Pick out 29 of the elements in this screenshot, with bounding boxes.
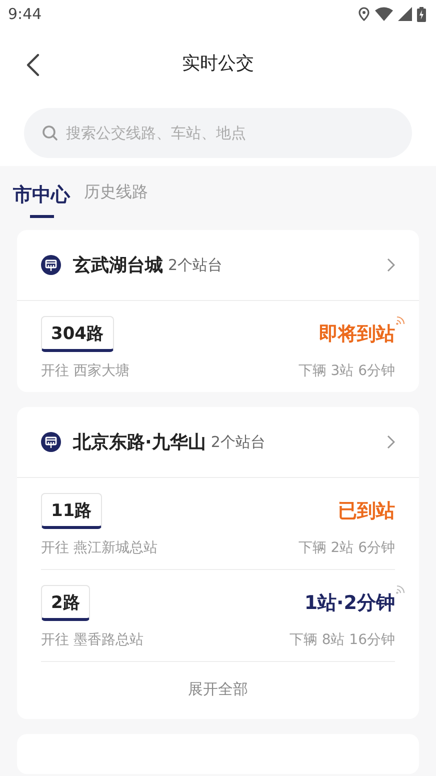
status-time: 9:44 [8,5,42,23]
route-destination: 开往 西家大塘 [41,362,130,380]
next-bus-info: 下辆 8站 16分钟 [289,631,395,649]
search-field[interactable]: 搜索公交线路、车站、地点 [24,108,412,158]
route-badge[interactable]: 2路 [41,585,90,621]
signal-icon [398,7,412,21]
stop-name: 玄武湖台城 [73,254,163,277]
next-bus-info: 下辆 2站 6分钟 [298,539,395,557]
route-badge[interactable]: 11路 [41,493,102,529]
search-icon [42,125,58,141]
route-destination: 开往 墨香路总站 [41,631,144,649]
route-destination: 开往 燕江新城总站 [41,539,158,557]
bus-stop-icon [41,432,61,452]
route-badge[interactable]: 304路 [41,316,114,352]
battery-icon [417,6,426,22]
arrival-status: 1站·2分钟 [304,591,395,616]
next-bus-info: 下辆 3站 6分钟 [298,362,395,380]
location-icon [358,7,370,21]
page-title: 实时公交 [182,52,254,75]
platform-count: 2个站台 [210,432,266,452]
wifi-icon [375,7,393,21]
platform-count: 2个站台 [168,256,223,274]
stop-name: 北京东路·九华山 [73,431,206,454]
bus-stop-icon [41,255,61,275]
expand-all-button[interactable]: 展开全部 [41,662,395,719]
chevron-right-icon[interactable] [387,435,395,449]
chevron-right-icon[interactable] [387,258,395,272]
arrival-status: 即将到站 [319,322,395,347]
arrival-status: 已到站 [338,499,395,524]
